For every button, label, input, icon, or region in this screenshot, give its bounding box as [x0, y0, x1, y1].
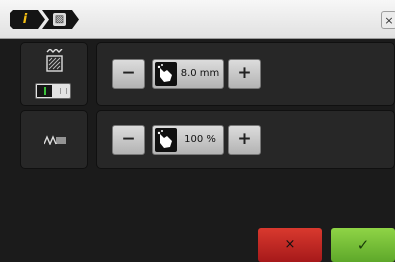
hand-icon-graphic — [157, 64, 172, 82]
hand-icon — [155, 128, 177, 152]
spool-icon: ▨ — [53, 13, 66, 26]
fabric-stitch-icon — [46, 49, 63, 72]
close-button[interactable]: × — [381, 11, 395, 29]
breadcrumb-spool[interactable]: ▨ — [42, 10, 80, 29]
ok-button[interactable]: ✓ — [331, 228, 395, 262]
hand-icon-graphic — [157, 130, 172, 148]
width-value: 8.0 mm — [180, 68, 220, 79]
toggle-on-indicator — [44, 87, 46, 95]
toggle-off-indicator — [60, 88, 67, 94]
percentage-decrease-button[interactable]: − — [112, 125, 145, 155]
width-value-field[interactable]: 8.0 mm — [152, 59, 224, 89]
percentage-increase-button[interactable]: + — [228, 125, 261, 155]
breadcrumb-info[interactable]: i — [10, 10, 46, 29]
toggle-on-segment — [37, 85, 52, 97]
width-decrease-button[interactable]: − — [112, 59, 145, 89]
stitch-setting-panel — [20, 110, 88, 169]
percentage-value-field[interactable]: 100 % — [152, 125, 224, 155]
width-control-panel: − 8.0 mm + — [96, 42, 395, 106]
top-bar: i ▨ × — [0, 0, 395, 39]
settings-area: − 8.0 mm + − 100 % + × ✓ — [0, 39, 395, 262]
zigzag-stitch-icon — [44, 135, 66, 145]
hand-icon — [155, 62, 177, 86]
width-increase-button[interactable]: + — [228, 59, 261, 89]
fabric-setting-panel — [20, 42, 88, 106]
percentage-value: 100 % — [184, 134, 216, 145]
percentage-control-panel: − 100 % + — [96, 110, 395, 169]
info-icon: i — [22, 12, 28, 27]
fabric-toggle[interactable] — [35, 83, 71, 99]
cancel-button[interactable]: × — [258, 228, 322, 262]
